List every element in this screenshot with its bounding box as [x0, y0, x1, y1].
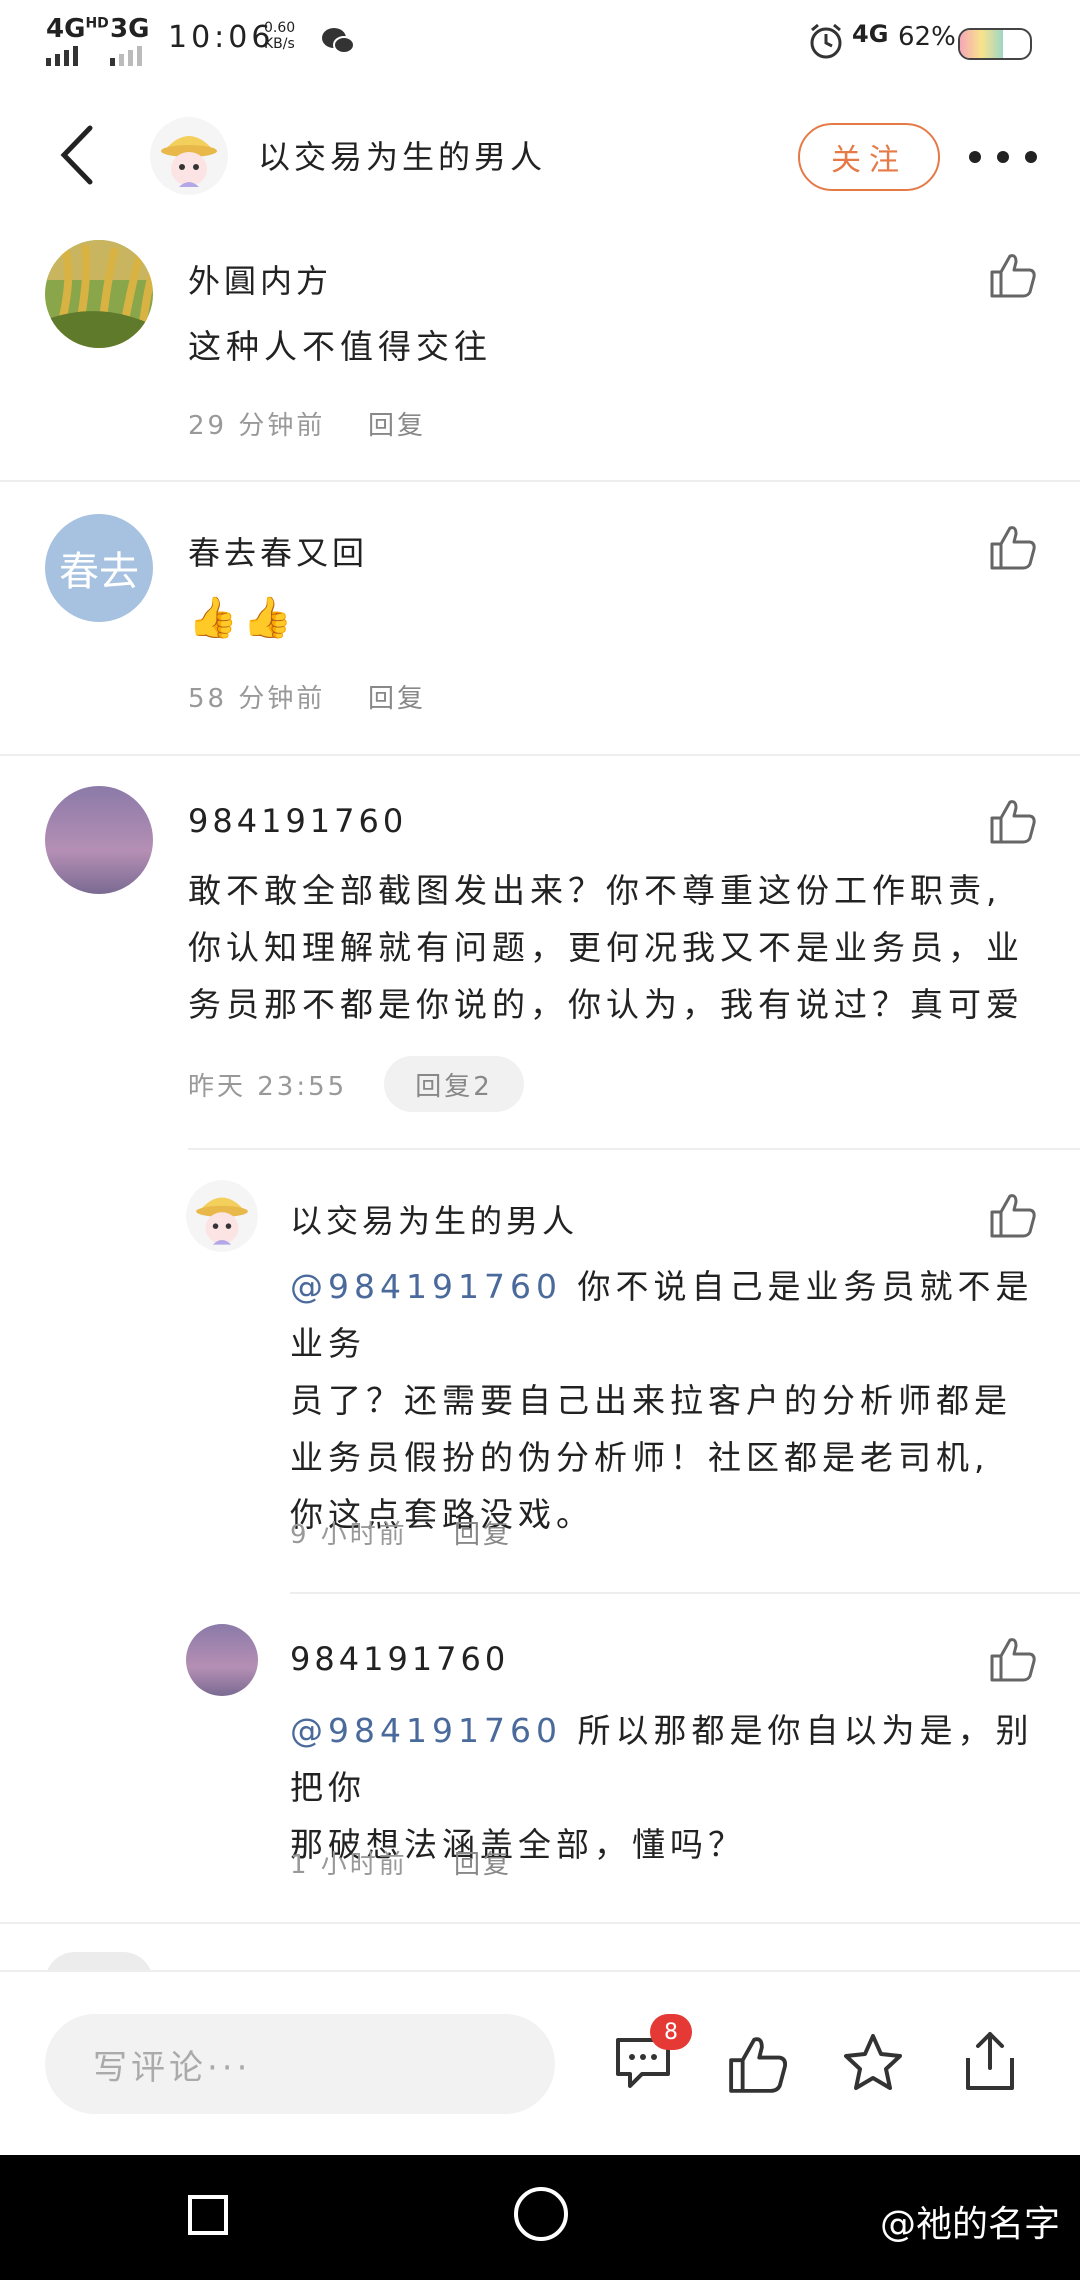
like-icon[interactable] — [988, 1634, 1038, 1684]
cartoon-avatar-icon — [186, 1180, 258, 1252]
recents-button[interactable] — [188, 2195, 228, 2235]
signal-icon — [46, 46, 78, 66]
reply-author[interactable]: 以交易为生的男人 — [290, 1196, 578, 1242]
cartoon-avatar-icon — [150, 117, 228, 195]
battery-percent: 62% — [898, 22, 956, 52]
reply-button[interactable]: 回复 — [368, 405, 426, 442]
avatar[interactable] — [186, 1624, 258, 1696]
more-icon[interactable] — [968, 150, 1038, 164]
watermark: @祂的名字 — [880, 2204, 1061, 2245]
comment-time: 58 分钟前 — [188, 684, 326, 714]
follow-button[interactable]: 关注 — [798, 123, 940, 191]
reply-button[interactable]: 回复 — [454, 1844, 512, 1881]
purple-sky-avatar-icon — [45, 786, 153, 894]
reply-button[interactable]: 回复 — [368, 678, 426, 715]
like-icon[interactable] — [988, 1190, 1038, 1240]
mention-link[interactable]: @984191760 — [290, 1711, 562, 1750]
comment-author[interactable]: 984191760 — [188, 802, 407, 840]
comment-time: 29 分钟前 — [188, 411, 326, 441]
like-icon[interactable] — [988, 522, 1038, 572]
back-icon[interactable] — [50, 120, 120, 190]
share-icon[interactable] — [960, 2028, 1020, 2094]
divider — [0, 480, 1080, 482]
comment-author[interactable]: 春去春又回 — [188, 528, 368, 574]
purple-sky-avatar-icon — [186, 1624, 258, 1696]
reply-button[interactable]: 回复 — [454, 1514, 512, 1551]
alarm-icon — [810, 23, 842, 59]
like-icon[interactable] — [988, 796, 1038, 846]
reply-time: 9 小时前 — [290, 1520, 408, 1550]
comment-text: 这种人不值得交往 — [188, 327, 492, 366]
signal-icon-2 — [110, 46, 142, 66]
comment-count-badge: 8 — [650, 2014, 692, 2050]
mention-link[interactable]: @984191760 — [290, 1267, 562, 1306]
reply-author[interactable]: 984191760 — [290, 1640, 509, 1678]
network-speed: 0.60 KB/s — [264, 20, 296, 52]
reply-time: 1 小时前 — [290, 1850, 408, 1880]
wechat-icon — [322, 28, 355, 54]
comment-input[interactable]: 写评论··· — [45, 2014, 555, 2114]
divider — [0, 754, 1080, 756]
clock: 10:06 — [168, 20, 275, 55]
bottom-action-bar: 写评论··· 8 — [0, 1970, 1080, 2157]
avatar[interactable]: 春去 — [45, 514, 153, 622]
network-4g-right: 4G — [852, 20, 889, 48]
wheat-field-avatar-icon — [45, 240, 153, 348]
like-icon[interactable] — [726, 2032, 790, 2096]
comment-text: 👍👍 — [188, 595, 298, 641]
reply-count-button[interactable]: 回复2 — [384, 1056, 524, 1112]
comment-text: 敢不敢全部截图发出来？你不尊重这份工作职责, 你认知理解就有问题，更何况我又不是… — [188, 871, 1024, 1024]
divider — [0, 1922, 1080, 1924]
star-icon[interactable] — [840, 2030, 906, 2096]
divider — [188, 1148, 1080, 1150]
network-4g-label: 4GHD — [46, 14, 109, 44]
network-3g-label: 3G — [110, 14, 150, 44]
like-icon[interactable] — [988, 250, 1038, 300]
avatar[interactable] — [45, 786, 153, 894]
battery-icon — [958, 28, 1032, 60]
home-button[interactable] — [514, 2187, 568, 2241]
avatar[interactable] — [186, 1180, 258, 1252]
system-nav-bar: @祂的名字 — [0, 2155, 1080, 2280]
avatar[interactable] — [45, 240, 153, 348]
reply-text: @984191760 你不说自己是业务员就不是业务 员了？还需要自己出来拉客户的… — [290, 1267, 1034, 1534]
avatar[interactable] — [150, 117, 228, 195]
comment-author[interactable]: 外圓内方 — [188, 256, 332, 302]
page-title: 以交易为生的男人 — [258, 138, 547, 176]
header: 以交易为生的男人 关注 — [0, 80, 1080, 230]
avatar-text: 春去 — [59, 549, 139, 595]
comment-time: 昨天 23:55 — [188, 1072, 348, 1102]
status-bar: 4GHD 3G 10:06 0.60 KB/s 4G 62% — [0, 0, 1080, 80]
divider — [290, 1592, 1080, 1594]
